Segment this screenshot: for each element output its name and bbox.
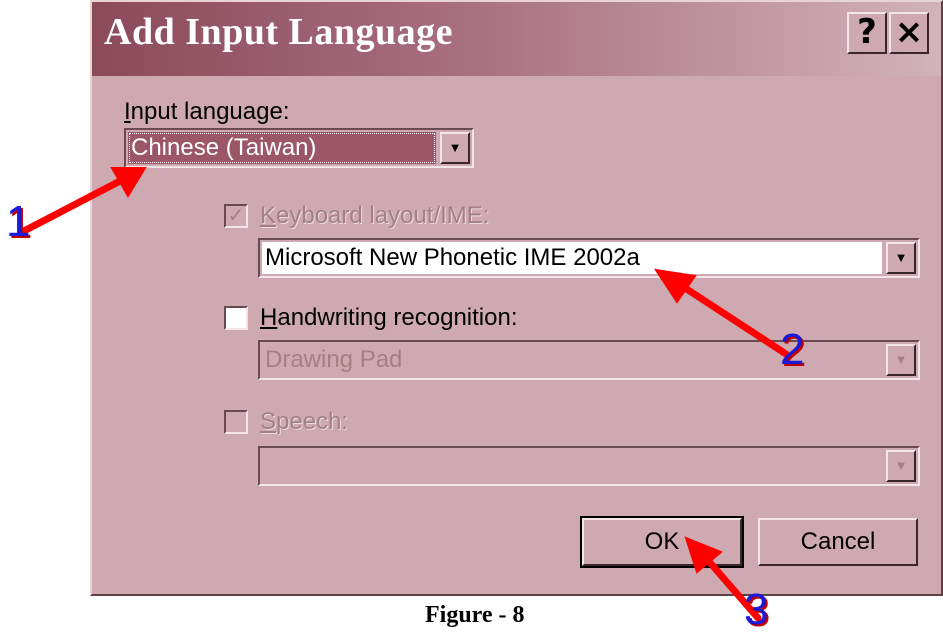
arrow-2-head	[653, 268, 697, 304]
annotation-number-3: 3	[744, 585, 769, 634]
annotation-number-1: 1	[6, 197, 31, 246]
annotation-arrows	[18, 167, 790, 622]
arrow-1-line	[18, 176, 126, 236]
annotation-number-2: 2	[780, 325, 805, 374]
arrow-2-line	[678, 282, 790, 358]
